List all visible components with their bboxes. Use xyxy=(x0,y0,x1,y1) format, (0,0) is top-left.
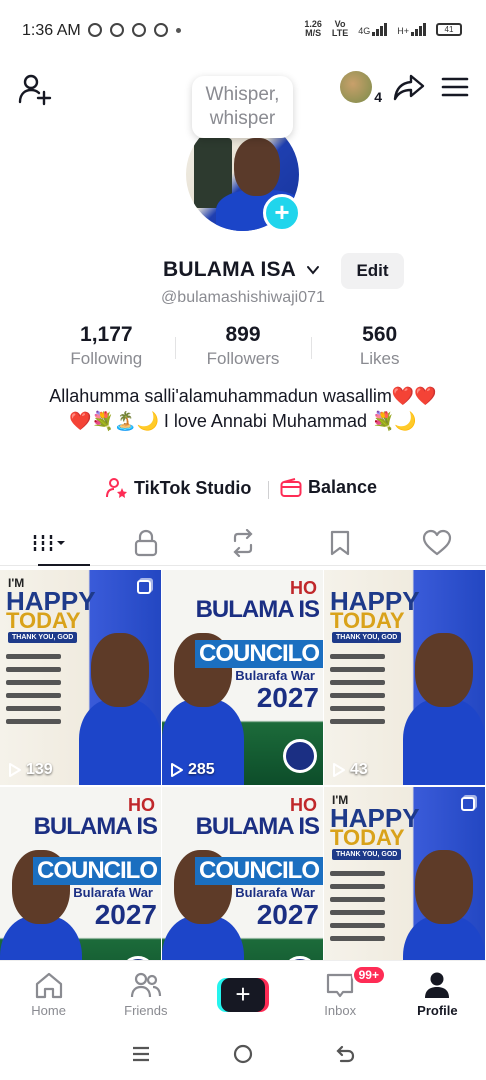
recents-icon[interactable] xyxy=(130,1044,152,1064)
checkmark-icon xyxy=(283,739,317,773)
inbox-icon xyxy=(327,973,354,998)
tab-videos[interactable] xyxy=(0,520,97,566)
system-nav-bar xyxy=(0,1028,486,1080)
share-icon[interactable] xyxy=(392,70,426,104)
chevron-down-icon[interactable] xyxy=(306,263,320,277)
notification-icons xyxy=(88,23,181,37)
stat-followers[interactable]: 899 Followers xyxy=(174,323,312,373)
home-circle-icon[interactable] xyxy=(232,1043,254,1065)
status-bar: 1:36 AM 1.26 M/S Vo LTE 4G H+ 41 xyxy=(0,0,486,62)
add-story-button[interactable]: + xyxy=(263,194,301,232)
profile-handle: @bulamashishiwaji071 xyxy=(161,289,325,306)
bookmark-icon xyxy=(331,530,350,555)
more-dot-icon xyxy=(176,27,181,33)
view-count: 139 xyxy=(8,761,53,779)
facebook-icon xyxy=(132,23,146,37)
video-thumbnail[interactable]: HO BULAMA IS COUNCILO Bularafa War 2027 285 xyxy=(162,570,323,785)
battery-icon: 41 xyxy=(436,22,462,36)
nav-create[interactable]: + xyxy=(194,961,291,1028)
link-icon xyxy=(154,23,168,37)
tab-reposts[interactable] xyxy=(194,520,291,565)
tab-private[interactable] xyxy=(97,520,194,565)
volte-indicator: Vo LTE xyxy=(331,19,349,38)
play-icon xyxy=(333,763,345,777)
friends-icon xyxy=(130,972,161,998)
back-icon[interactable] xyxy=(334,1043,356,1065)
friends-avatar[interactable]: 4 xyxy=(340,71,382,105)
signal-4g: 4G xyxy=(358,22,388,36)
photo-carousel-icon xyxy=(137,580,151,594)
tiktok-studio-link[interactable]: TikTok Studio xyxy=(106,477,251,499)
menu-icon[interactable] xyxy=(440,72,470,102)
add-friend-icon[interactable] xyxy=(18,72,52,106)
lock-icon xyxy=(134,529,157,556)
balance-link[interactable]: Balance xyxy=(280,477,377,498)
network-speed: 1.26 M/S xyxy=(304,19,322,38)
wallet-icon xyxy=(280,477,302,497)
profile-tabs xyxy=(0,520,486,566)
home-icon xyxy=(35,972,62,999)
play-icon xyxy=(9,763,21,777)
video-thumbnail[interactable]: HAPPY TODAY THANK YOU, GOD 43 xyxy=(324,570,485,785)
whisper-tooltip[interactable]: Whisper, whisper xyxy=(192,76,293,138)
view-count: 43 xyxy=(332,761,368,779)
profile-name: BULAMA ISA xyxy=(163,258,297,281)
stat-likes[interactable]: 560 Likes xyxy=(311,323,448,373)
nav-friends[interactable]: Friends xyxy=(97,961,194,1028)
photo-carousel-icon xyxy=(461,797,475,811)
edit-profile-button[interactable]: Edit xyxy=(341,253,404,289)
messenger-icon xyxy=(88,23,102,37)
tab-liked[interactable] xyxy=(389,520,486,565)
profile-icon xyxy=(425,972,450,998)
video-grid: I'M HAPPY TODAY THANK YOU, GOD 139 HO BULAMA … xyxy=(0,570,486,1002)
view-count: 285 xyxy=(170,761,215,779)
system-indicators: 1.26 M/S Vo LTE 4G H+ 41 xyxy=(304,20,462,38)
nav-profile[interactable]: Profile xyxy=(389,961,486,1028)
nav-home[interactable]: Home xyxy=(0,961,97,1028)
repost-icon xyxy=(233,528,253,557)
tab-saved[interactable] xyxy=(292,520,389,565)
bottom-nav: Home Friends + 99+ Inbox Profile xyxy=(0,960,486,1028)
clock: 1:36 AM xyxy=(22,22,81,39)
stat-following[interactable]: 1,177 Following xyxy=(38,323,175,373)
signal-bars-icon xyxy=(411,22,426,36)
plus-icon: + xyxy=(221,977,265,1012)
signal-bars-icon xyxy=(372,22,388,36)
create-button[interactable]: + xyxy=(217,977,269,1012)
inbox-badge: 99+ xyxy=(351,965,386,985)
studio-icon xyxy=(106,478,127,498)
nav-inbox[interactable]: 99+ Inbox xyxy=(292,961,389,1028)
profile-bio: Allahumma salli'alamuhammadun wasallim❤️… xyxy=(49,386,437,431)
sim-icon xyxy=(110,23,124,37)
heart-icon xyxy=(423,529,452,555)
grid-menu-icon xyxy=(33,534,65,551)
profile-stats: 1,177 Following 899 Followers 560 Likes xyxy=(38,323,448,373)
friends-count: 4 xyxy=(374,89,382,105)
video-thumbnail[interactable]: I'M HAPPY TODAY THANK YOU, GOD 139 xyxy=(0,570,161,785)
play-icon xyxy=(171,763,183,777)
signal-hplus: H+ xyxy=(397,22,426,36)
